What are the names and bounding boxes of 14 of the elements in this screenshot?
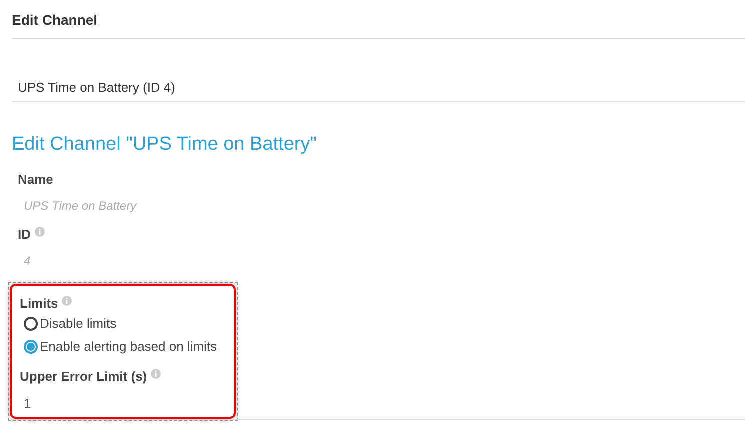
- radio-option[interactable]: Disable limits: [12, 311, 234, 334]
- field-value: 4: [23, 253, 32, 270]
- radio-icon[interactable]: [24, 316, 38, 330]
- field-value: UPS Time on Battery: [23, 198, 138, 215]
- radio-icon[interactable]: [24, 340, 38, 354]
- channel-name: UPS Time on Battery (ID 4): [12, 39, 745, 102]
- field-value: 1: [23, 395, 32, 411]
- field-label: Name: [18, 172, 54, 187]
- field-label: ID: [18, 227, 31, 242]
- page-title: Edit Channel: [12, 0, 745, 39]
- field-label: Upper Error Limit (s): [20, 369, 148, 384]
- section-heading: Edit Channel "UPS Time on Battery": [12, 133, 318, 157]
- radio-option[interactable]: Enable alerting based on limits: [12, 334, 234, 357]
- field-label: Limits: [20, 296, 58, 311]
